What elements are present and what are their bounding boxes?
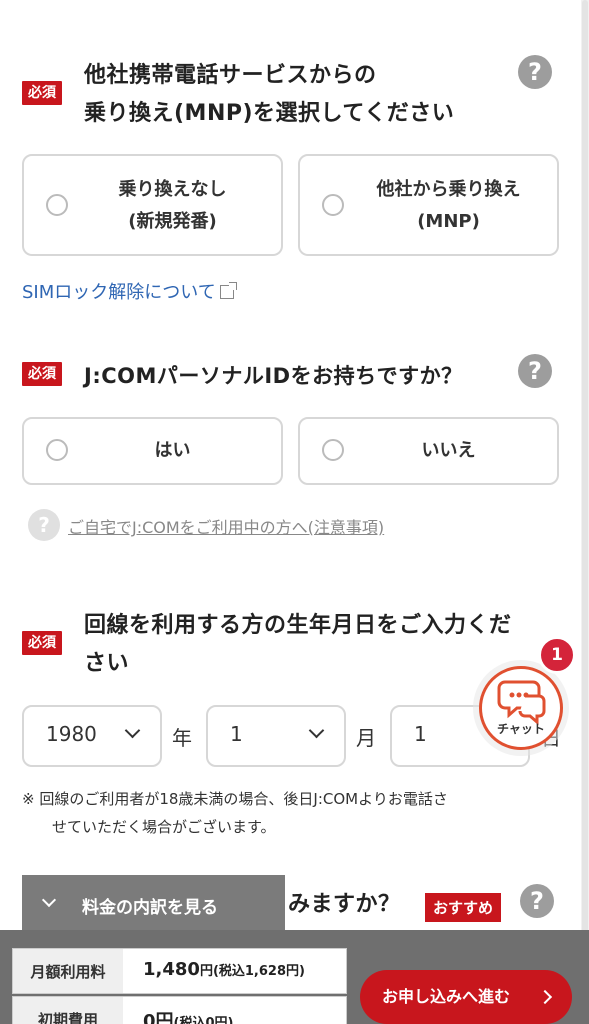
birth-month-select[interactable]: 1 [206, 705, 346, 767]
apply-button[interactable]: お申し込みへ進む [360, 970, 572, 1024]
scrollbar[interactable] [581, 0, 589, 1024]
help-icon[interactable]: ? [520, 884, 554, 918]
help-icon: ? [28, 509, 60, 541]
recommend-badge: おすすめ [425, 893, 502, 922]
required-badge: 必須 [22, 362, 62, 386]
radio-button[interactable] [46, 194, 68, 216]
chat-button[interactable]: チャット [473, 660, 569, 756]
age-note: ※ 回線のご利用者が18歳未満の場合、後日J:COMよりお電話さ せていただく場… [22, 790, 448, 836]
required-badge: 必須 [22, 631, 62, 655]
radio-button[interactable] [322, 194, 344, 216]
option-no-mnp[interactable]: 乗り換えなし (新規発番) [22, 154, 283, 256]
chevron-down-icon [41, 892, 57, 908]
option-label: 他社から乗り換え (MNP) [376, 179, 521, 232]
external-link-icon [219, 282, 237, 299]
question-title: 他社携帯電話サービスからの 乗り換え(MNP)を選択してください [84, 57, 454, 133]
chat-label: チャット [497, 722, 545, 736]
year-unit: 年 [172, 726, 192, 750]
required-badge: 必須 [22, 81, 62, 105]
initial-fee-row: 初期費用 0円(税込0円) [12, 996, 347, 1024]
question-title-line2: 乗り換え(MNP)を選択してください [84, 101, 455, 126]
option-yes[interactable]: はい [22, 417, 283, 485]
monthly-fee-row: 月額利用料 1,480円(税込1,628円) [12, 948, 347, 994]
jcom-notice-link[interactable]: ご自宅でJ:COMをご利用中の方へ(注意事項) [68, 514, 384, 538]
help-icon[interactable]: ? [518, 354, 552, 388]
month-unit: 月 [356, 726, 376, 750]
scrollbar-thumb[interactable] [582, 0, 588, 1020]
birth-year-select[interactable]: 1980 [22, 705, 162, 767]
option-label: はい [154, 440, 191, 461]
chevron-right-icon [537, 989, 553, 1005]
option-mnp[interactable]: 他社から乗り換え (MNP) [298, 154, 559, 256]
option-label: いいえ [421, 440, 476, 461]
question-title: みますか？ [288, 892, 401, 917]
price-footer: 月額利用料 1,480円(税込1,628円) 初期費用 0円(税込0円) お申し… [0, 930, 589, 1024]
option-label: 乗り換えなし (新規発番) [118, 179, 227, 232]
price-breakdown-toggle[interactable]: 料金の内訳を見る [22, 875, 285, 935]
radio-button[interactable] [322, 439, 344, 461]
question-title: J:COMパーソナルIDをお持ちですか？ [84, 364, 463, 388]
option-no[interactable]: いいえ [298, 417, 559, 485]
chevron-down-icon [124, 722, 141, 739]
sim-unlock-link[interactable]: SIMロック解除について [22, 278, 237, 304]
help-icon[interactable]: ? [518, 55, 552, 89]
chevron-down-icon [308, 722, 325, 739]
radio-button[interactable] [46, 439, 68, 461]
question-title-line1: 他社携帯電話サービスからの [84, 63, 377, 88]
chat-bubbles-icon [497, 680, 546, 726]
notification-badge: 1 [538, 636, 576, 674]
question-title: 回線を利用する方の生年月日をご入力くだ さい [84, 613, 512, 676]
